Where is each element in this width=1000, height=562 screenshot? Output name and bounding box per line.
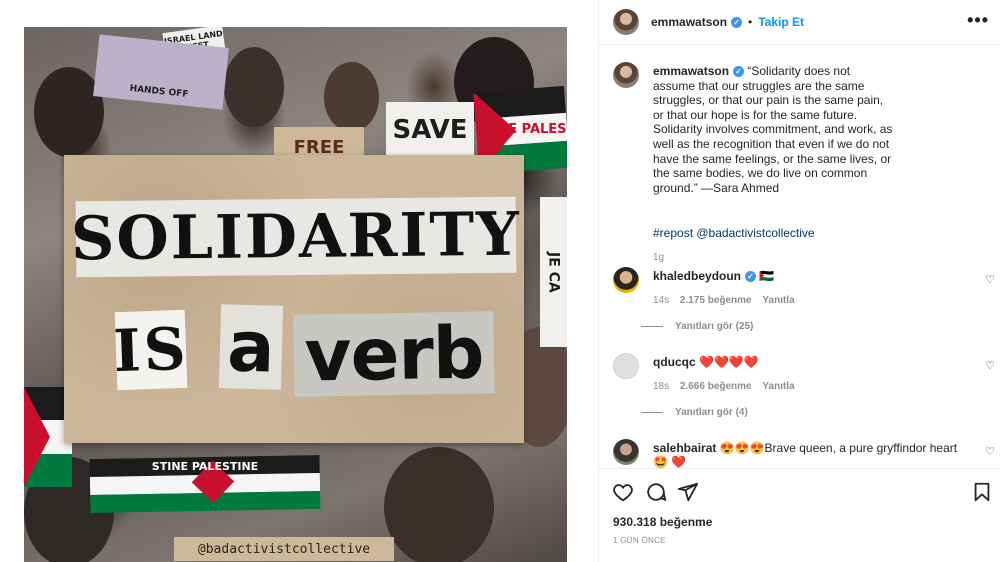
post-side-panel: emmawatson ✓ • Takip Et ••• emmawatson ✓ …	[598, 0, 1000, 562]
avatar[interactable]	[613, 439, 639, 465]
comment-body: khaledbeydoun ✓ 🇵🇸	[653, 269, 973, 283]
crowd-figure	[384, 447, 494, 562]
crowd-figure	[34, 67, 104, 157]
avatar[interactable]	[613, 9, 639, 35]
comment-likes[interactable]: 2.666 beğenme	[680, 381, 752, 392]
post-author-username[interactable]: emmawatson	[651, 15, 727, 29]
hands-off-sign: HANDS OFF	[93, 34, 229, 110]
verified-badge-icon: ✓	[745, 271, 757, 283]
je-sign: JE CA	[540, 197, 567, 347]
header-separator: •	[748, 15, 753, 29]
comment-meta: 18s 2.666 beğenme Yanıtla	[653, 381, 803, 392]
reply-button[interactable]: Yanıtla	[762, 381, 794, 392]
like-heart-icon[interactable]	[612, 481, 634, 503]
watermark-label: @badactivistcollective	[174, 537, 394, 561]
view-replies[interactable]: Yanıtları gör (4)	[641, 407, 748, 418]
post-image[interactable]: ISRAEL LAND THEFT HANDS OFF SAVE FREE FR…	[24, 27, 567, 562]
more-options-icon[interactable]: •••	[967, 10, 989, 31]
comment-like-heart-icon[interactable]: ♡	[985, 273, 995, 286]
comment-username[interactable]: salehbairat	[653, 441, 716, 455]
replies-divider	[641, 326, 663, 327]
verified-badge-icon: ✓	[731, 16, 743, 28]
caption-hashtags[interactable]: #repost @badactivistcollective	[653, 226, 815, 240]
caption-time: 1g	[653, 252, 665, 263]
caption-text: “Solidarity does not assume that our str…	[653, 64, 893, 195]
caption-username[interactable]: emmawatson	[653, 64, 729, 78]
comment-item: qducqc ❤️❤️❤️❤️ 18s 2.666 beğenme Yanıtl…	[613, 353, 995, 413]
post-actions: 930.318 beğenme 1 GÜN ÖNCE	[599, 468, 1000, 562]
comment-bubble-icon[interactable]	[645, 481, 667, 503]
headline-is: IS	[112, 309, 190, 391]
comment-username[interactable]: khaledbeydoun	[653, 269, 741, 283]
flag-emoji: 🇵🇸	[759, 269, 775, 283]
headline-a: a	[218, 304, 284, 390]
comment-username[interactable]: qducqc	[653, 355, 696, 369]
comment-likes[interactable]: 2.175 beğenme	[680, 295, 752, 306]
avatar[interactable]	[613, 267, 639, 293]
comment-text: ❤️❤️❤️❤️	[699, 355, 759, 369]
comment-time: 14s	[653, 295, 670, 306]
follow-button[interactable]: Takip Et	[758, 15, 804, 29]
view-replies-label[interactable]: Yanıtları gör (25)	[675, 321, 753, 332]
post-date: 1 GÜN ÖNCE	[613, 536, 666, 545]
headline-verb: verb	[293, 310, 495, 398]
free-pales-sign: FREE PALES	[480, 121, 567, 137]
crowd-figure	[324, 62, 379, 132]
comment-item: khaledbeydoun ✓ 🇵🇸 14s 2.175 beğenme Yanı…	[613, 267, 995, 327]
comment-time: 18s	[653, 381, 670, 392]
comment-meta: 14s 2.175 beğenme Yanıtla	[653, 295, 803, 306]
verified-badge-icon: ✓	[733, 66, 745, 78]
comments-scroll-area[interactable]: emmawatson ✓ “Solidarity does not assume …	[599, 45, 1000, 468]
comment-like-heart-icon[interactable]: ♡	[985, 359, 995, 372]
caption-body: emmawatson ✓ “Solidarity does not assume …	[653, 64, 893, 195]
headline-solidarity: SOLIDARITY	[71, 196, 521, 278]
save-bookmark-icon[interactable]	[971, 481, 993, 503]
view-replies-label[interactable]: Yanıtları gör (4)	[675, 407, 748, 418]
comment-body: salehbairat 😍😍😍Brave queen, a pure gryff…	[653, 441, 973, 468]
comment-like-heart-icon[interactable]: ♡	[985, 445, 995, 458]
save-sign: SAVE	[386, 102, 474, 158]
replies-divider	[641, 412, 663, 413]
likes-count[interactable]: 930.318 beğenme	[613, 515, 712, 529]
palestine-banner-text: STINE PALESTINE	[151, 459, 259, 473]
avatar[interactable]	[613, 62, 639, 88]
share-paper-plane-icon[interactable]	[677, 481, 699, 503]
comment-body: qducqc ❤️❤️❤️❤️	[653, 355, 973, 369]
crowd-figure	[224, 47, 284, 127]
reply-button[interactable]: Yanıtla	[762, 295, 794, 306]
view-replies[interactable]: Yanıtları gör (25)	[641, 321, 753, 332]
avatar[interactable]	[613, 353, 639, 379]
post-header: emmawatson ✓ • Takip Et •••	[599, 0, 1000, 45]
comment-item: salehbairat 😍😍😍Brave queen, a pure gryff…	[613, 439, 995, 468]
collage-paper: SOLIDARITY IS a verb	[64, 155, 524, 443]
